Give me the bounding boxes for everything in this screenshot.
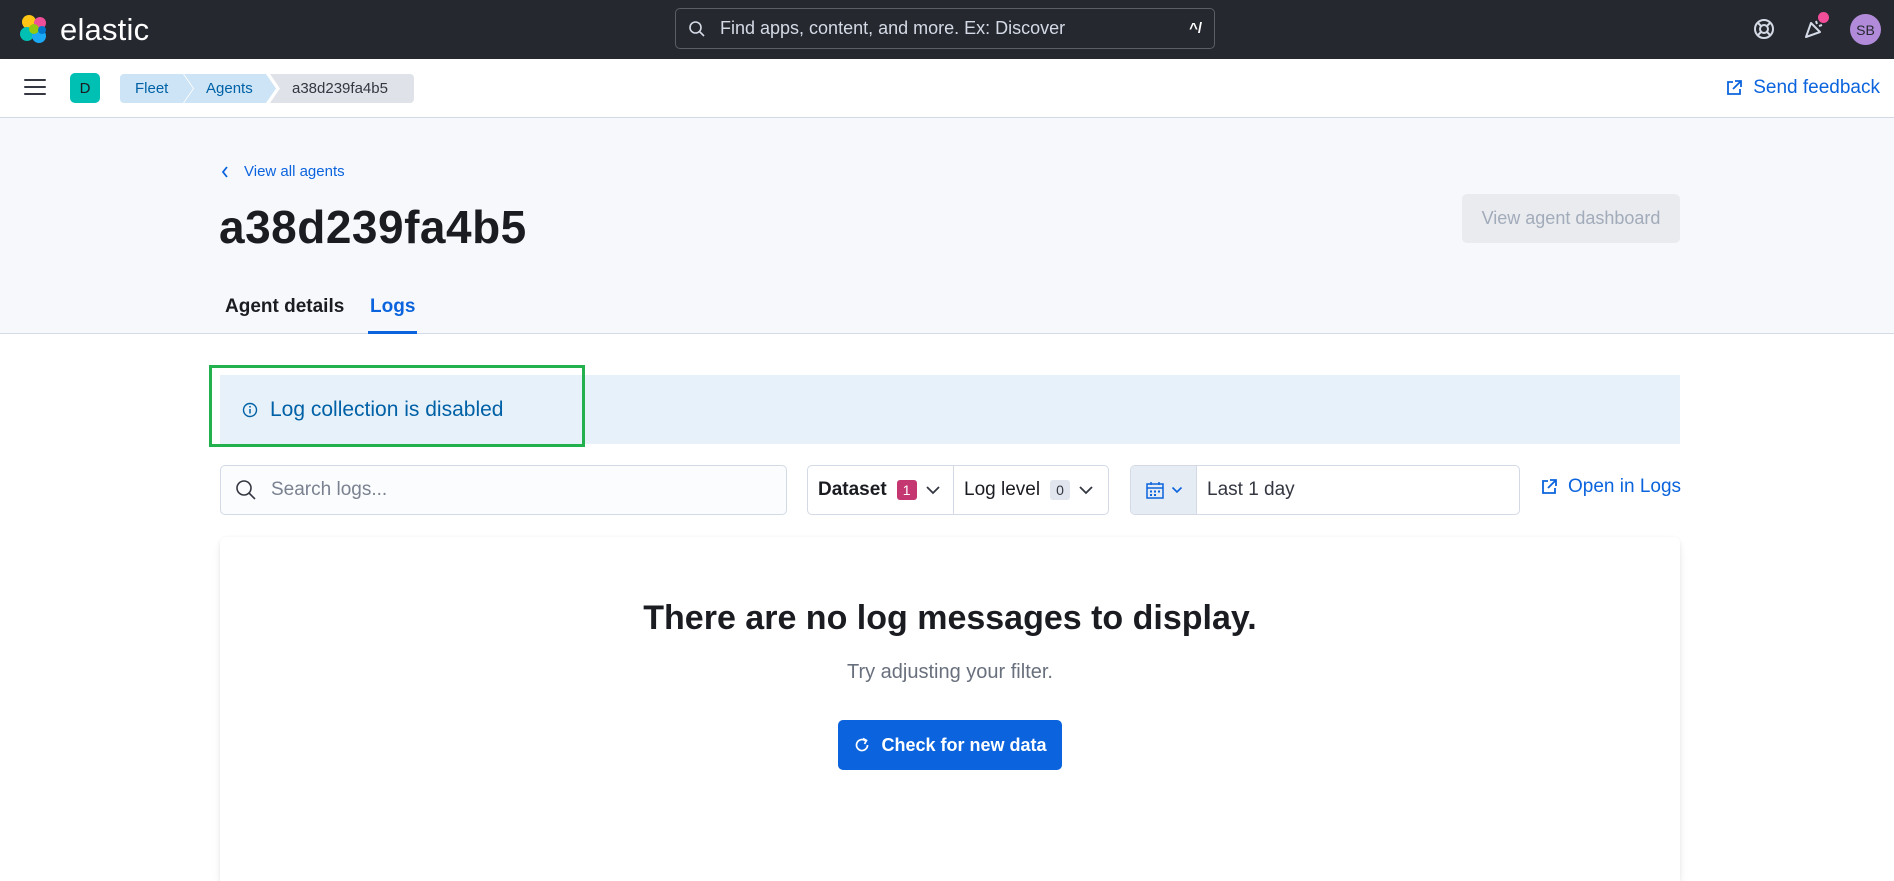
external-link-icon xyxy=(1542,479,1557,494)
global-header: elastic Find apps, content, and more. Ex… xyxy=(0,0,1894,59)
user-avatar[interactable]: SB xyxy=(1850,14,1881,45)
chevron-left-icon xyxy=(221,165,228,178)
send-feedback-link[interactable]: Send feedback xyxy=(1725,77,1880,99)
log-level-count-badge: 0 xyxy=(1050,480,1071,500)
chevron-down-icon xyxy=(1171,486,1182,494)
search-icon xyxy=(689,20,705,37)
search-icon xyxy=(236,480,256,500)
tab-agent-details[interactable]: Agent details xyxy=(225,296,344,334)
space-avatar[interactable]: D xyxy=(70,73,100,103)
log-level-label: Log level xyxy=(964,479,1041,500)
search-logs-input[interactable]: Search logs... xyxy=(220,465,787,515)
view-all-agents-label: View all agents xyxy=(244,163,345,180)
search-logs-placeholder: Search logs... xyxy=(271,479,388,500)
search-placeholder: Find apps, content, and more. Ex: Discov… xyxy=(720,18,1066,38)
brand-name: elastic xyxy=(60,12,150,47)
chevron-down-icon xyxy=(926,486,940,495)
open-in-logs-link[interactable]: Open in Logs xyxy=(1540,476,1681,498)
external-link-icon xyxy=(1727,80,1743,95)
send-feedback-label: Send feedback xyxy=(1753,77,1880,98)
refresh-icon xyxy=(856,737,869,752)
chevron-down-icon xyxy=(1079,486,1093,495)
breadcrumb-agents[interactable]: Agents xyxy=(184,74,276,103)
view-agent-dashboard-button[interactable]: View agent dashboard xyxy=(1462,194,1680,243)
menu-toggle-icon[interactable] xyxy=(24,79,46,97)
breadcrumb-fleet[interactable]: Fleet xyxy=(120,74,193,103)
date-range-value[interactable]: Last 1 day xyxy=(1207,479,1295,501)
log-level-filter-button[interactable]: Log level 0 xyxy=(954,466,1104,514)
empty-state-subtitle: Try adjusting your filter. xyxy=(846,661,1053,683)
empty-state-title: There are no log messages to display. xyxy=(643,599,1257,637)
global-search-input[interactable]: Find apps, content, and more. Ex: Discov… xyxy=(675,8,1215,49)
dataset-label: Dataset xyxy=(818,479,887,500)
page-title: a38d239fa4b5 xyxy=(219,201,527,253)
page-header: View all agents a38d239fa4b5 View agent … xyxy=(0,118,1894,334)
tab-logs[interactable]: Logs xyxy=(368,296,418,334)
calendar-icon xyxy=(1145,482,1164,499)
logs-panel: There are no log messages to display. Tr… xyxy=(220,537,1680,881)
breadcrumb-bar: D Fleet Agents a38d239fa4b5 Send feedbac… xyxy=(0,59,1894,118)
check-for-new-data-label: Check for new data xyxy=(881,734,1047,755)
elastic-logo-icon xyxy=(20,15,46,43)
date-picker: Last 1 day xyxy=(1130,465,1520,515)
dataset-filter-button[interactable]: Dataset 1 xyxy=(808,466,954,514)
search-shortcut: ^/ xyxy=(1189,20,1202,37)
elastic-logo[interactable]: elastic xyxy=(18,12,149,48)
view-all-agents-link[interactable]: View all agents xyxy=(220,163,345,180)
notification-dot xyxy=(1818,12,1829,23)
dataset-count-badge: 1 xyxy=(896,480,917,500)
quick-select-button[interactable] xyxy=(1131,466,1197,514)
breadcrumb-current-agent: a38d239fa4b5 xyxy=(270,74,414,103)
filter-group: Dataset 1 Log level 0 xyxy=(807,465,1109,515)
highlight-box xyxy=(209,365,585,447)
check-for-new-data-button[interactable]: Check for new data xyxy=(838,720,1062,770)
help-icon[interactable] xyxy=(1752,17,1776,41)
open-in-logs-label: Open in Logs xyxy=(1568,476,1682,497)
